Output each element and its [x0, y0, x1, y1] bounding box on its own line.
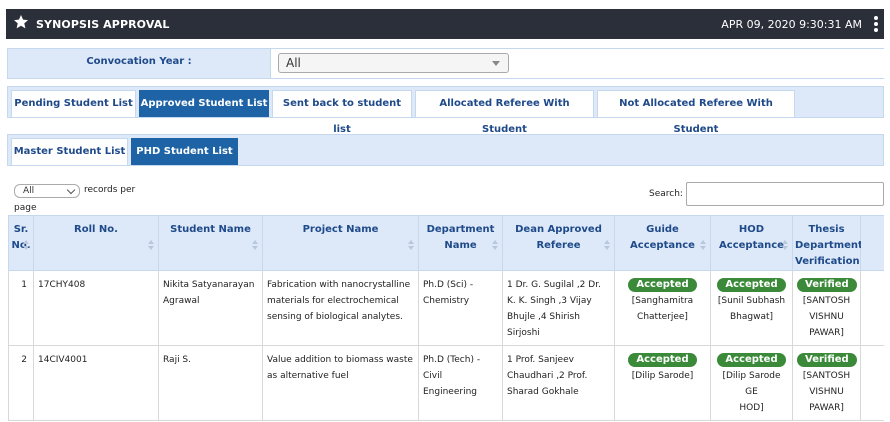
- column-header-department-name[interactable]: Department Name: [418, 215, 503, 271]
- cell-project-name: Value addition to biomass waste as altern…: [262, 345, 419, 421]
- tab-not-allocated-referee[interactable]: Not Allocated Referee With Student: [597, 90, 795, 135]
- table-row: 1 17CHY408 Nikita Satyanarayan Agrawal Fa…: [8, 270, 884, 346]
- convocation-year-value: All: [286, 56, 301, 70]
- sort-icon: [782, 240, 788, 250]
- column-header-student-name[interactable]: Student Name: [158, 215, 263, 271]
- cell-referee: 1 Dr. G. Sugilal ,2 Dr. K. K. Singh ,3 Vi…: [502, 270, 615, 346]
- cell-guide-acceptance: Accepted [Sanghamitra Chatterjee]: [614, 270, 711, 346]
- tab-allocated-referee[interactable]: Allocated Referee With Student: [415, 90, 594, 135]
- student-table: Sr. No. Roll No. Student Name Project Nam…: [8, 215, 884, 421]
- records-per-page-select[interactable]: All: [14, 184, 80, 198]
- sort-icon: [492, 240, 498, 250]
- column-header-hod-acceptance[interactable]: HOD Acceptance: [710, 215, 793, 271]
- cell-referee: 1 Prof. Sanjeev Chaudhari ,2 Prof. Sharad …: [502, 345, 615, 421]
- tab-pending-student-list[interactable]: Pending Student List: [11, 90, 136, 117]
- page-title: SYNOPSIS APPROVAL: [36, 18, 170, 31]
- tab-approved-student-list[interactable]: Approved Student List: [139, 90, 269, 117]
- records-per-page-label: records per: [84, 185, 136, 195]
- datetime-display: APR 09, 2020 9:30:31 AM: [721, 18, 862, 31]
- main-tab-bar: Pending Student List Approved Student Li…: [7, 86, 884, 135]
- student-table-wrapper: Sr. No. Roll No. Student Name Project Nam…: [8, 215, 884, 422]
- cell-sr-no: 1: [8, 270, 34, 346]
- status-badge: Accepted: [717, 278, 786, 292]
- sort-icon: [700, 240, 706, 250]
- cell-extra: [860, 345, 884, 421]
- cell-thesis-verification: Verified [SANTOSH VISHNU PAWAR]: [792, 270, 861, 346]
- records-per-page-label-suffix: page: [14, 203, 37, 213]
- cell-project-name: Fabrication with nanocrystalline material…: [262, 270, 419, 346]
- search-label: Search:: [649, 189, 683, 199]
- cell-student-name: Nikita Satyanarayan Agrawal: [158, 270, 263, 346]
- sort-icon: [148, 240, 154, 250]
- cell-extra: [860, 270, 884, 346]
- status-badge: Accepted: [628, 353, 697, 367]
- column-header-project-name[interactable]: Project Name: [262, 215, 419, 271]
- sort-icon: [604, 240, 610, 250]
- convocation-filter: Convocation Year : All: [7, 48, 885, 79]
- cell-roll-no: 17CHY408: [33, 270, 159, 346]
- column-header-guide-acceptance[interactable]: Guide Acceptance: [614, 215, 711, 271]
- records-per-page-value: All: [23, 186, 35, 196]
- status-badge: Verified: [797, 278, 857, 292]
- column-header-sr-no[interactable]: Sr. No.: [8, 215, 34, 271]
- sub-tab-bar: Master Student List PHD Student List: [7, 134, 884, 166]
- sort-icon: [23, 240, 29, 250]
- tab-phd-student-list[interactable]: PHD Student List: [131, 138, 238, 165]
- table-row: 2 14CIV4001 Raji S. Value addition to bi…: [8, 345, 884, 421]
- cell-guide-acceptance: Accepted [Dilip Sarode]: [614, 345, 711, 421]
- cell-department: Ph.D (Tech) - Civil Engineering: [418, 345, 503, 421]
- cell-department: Ph.D (Sci) - Chemistry: [418, 270, 503, 346]
- cell-hod-acceptance: Accepted [Dilip Sarode GE HOD]: [710, 345, 793, 421]
- tab-master-student-list[interactable]: Master Student List: [11, 138, 128, 165]
- search-input[interactable]: [686, 182, 884, 206]
- cell-student-name: Raji S.: [158, 345, 263, 421]
- column-header-extra[interactable]: [860, 215, 884, 271]
- sort-icon: [408, 240, 414, 250]
- cell-thesis-verification: Verified [SANTOSH VISHNU PAWAR]: [792, 345, 861, 421]
- convocation-year-label: Convocation Year :: [86, 56, 192, 67]
- top-header-bar: SYNOPSIS APPROVAL APR 09, 2020 9:30:31 A…: [6, 9, 884, 39]
- tab-sent-back-student-list[interactable]: Sent back to student list: [272, 90, 412, 135]
- status-badge: Verified: [797, 353, 857, 367]
- more-options-icon[interactable]: [874, 16, 878, 32]
- convocation-year-select[interactable]: All: [278, 53, 509, 73]
- chevron-down-icon: [66, 185, 76, 195]
- star-icon[interactable]: [13, 14, 29, 30]
- column-header-roll-no[interactable]: Roll No.: [33, 215, 159, 271]
- cell-hod-acceptance: Accepted [Sunil Subhash Bhagwat]: [710, 270, 793, 346]
- cell-sr-no: 2: [8, 345, 34, 421]
- column-header-dean-approved-referee[interactable]: Dean Approved Referee: [502, 215, 615, 271]
- chevron-down-icon: [492, 61, 500, 66]
- table-header-row: Sr. No. Roll No. Student Name Project Nam…: [8, 215, 884, 271]
- cell-roll-no: 14CIV4001: [33, 345, 159, 421]
- convocation-year-cell: All: [270, 49, 885, 78]
- column-header-thesis-department-verification[interactable]: Thesis Department Verification: [792, 215, 863, 271]
- sort-icon: [252, 240, 258, 250]
- status-badge: Accepted: [717, 353, 786, 367]
- status-badge: Accepted: [628, 278, 697, 292]
